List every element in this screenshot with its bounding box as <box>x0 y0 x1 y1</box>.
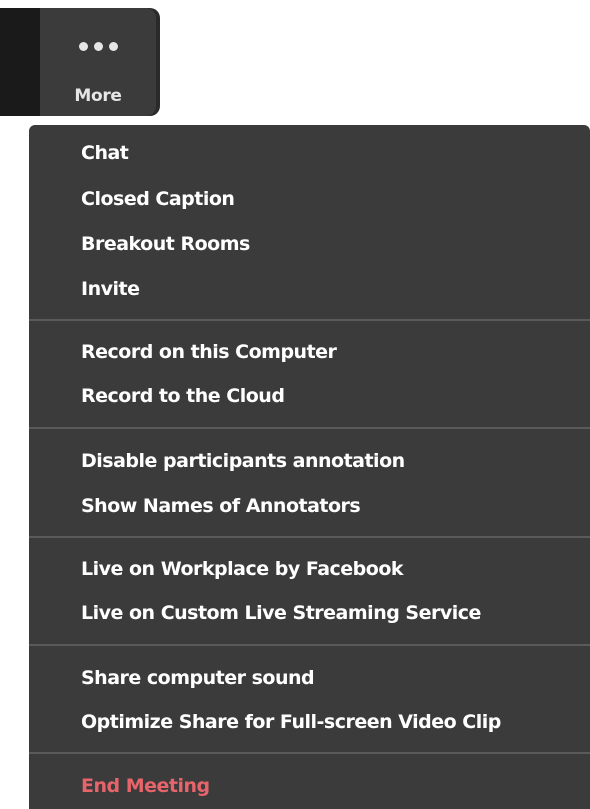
menu-item-chat[interactable]: Chat <box>81 141 129 165</box>
menu-item-share-computer-sound[interactable]: Share computer sound <box>81 666 315 690</box>
menu-item-record-on-computer[interactable]: Record on this Computer <box>81 340 337 364</box>
menu-item-live-custom-streaming[interactable]: Live on Custom Live Streaming Service <box>81 601 481 625</box>
menu-item-end-meeting[interactable]: End Meeting <box>81 774 210 798</box>
menu-item-invite[interactable]: Invite <box>81 277 140 301</box>
menu-item-optimize-share-video[interactable]: Optimize Share for Full-screen Video Cli… <box>81 710 501 734</box>
menu-item-breakout-rooms[interactable]: Breakout Rooms <box>81 232 250 256</box>
toolbar-edge <box>0 8 40 116</box>
more-button[interactable]: More <box>40 8 156 116</box>
menu-item-live-workplace-facebook[interactable]: Live on Workplace by Facebook <box>81 557 404 581</box>
menu-item-closed-caption[interactable]: Closed Caption <box>81 187 235 211</box>
menu-divider <box>29 536 590 538</box>
menu-item-disable-annotation[interactable]: Disable participants annotation <box>81 449 405 473</box>
more-dropdown-menu: Chat Closed Caption Breakout Rooms Invit… <box>29 125 590 809</box>
menu-divider <box>29 752 590 754</box>
menu-item-show-annotator-names[interactable]: Show Names of Annotators <box>81 494 361 518</box>
menu-divider <box>29 644 590 646</box>
menu-item-record-to-cloud[interactable]: Record to the Cloud <box>81 384 285 408</box>
menu-divider <box>29 319 590 321</box>
more-label: More <box>74 86 122 106</box>
menu-divider <box>29 427 590 429</box>
zoom-more-menu-screen: More Chat Closed Caption Breakout Rooms … <box>0 0 590 809</box>
ellipsis-icon <box>40 42 156 51</box>
